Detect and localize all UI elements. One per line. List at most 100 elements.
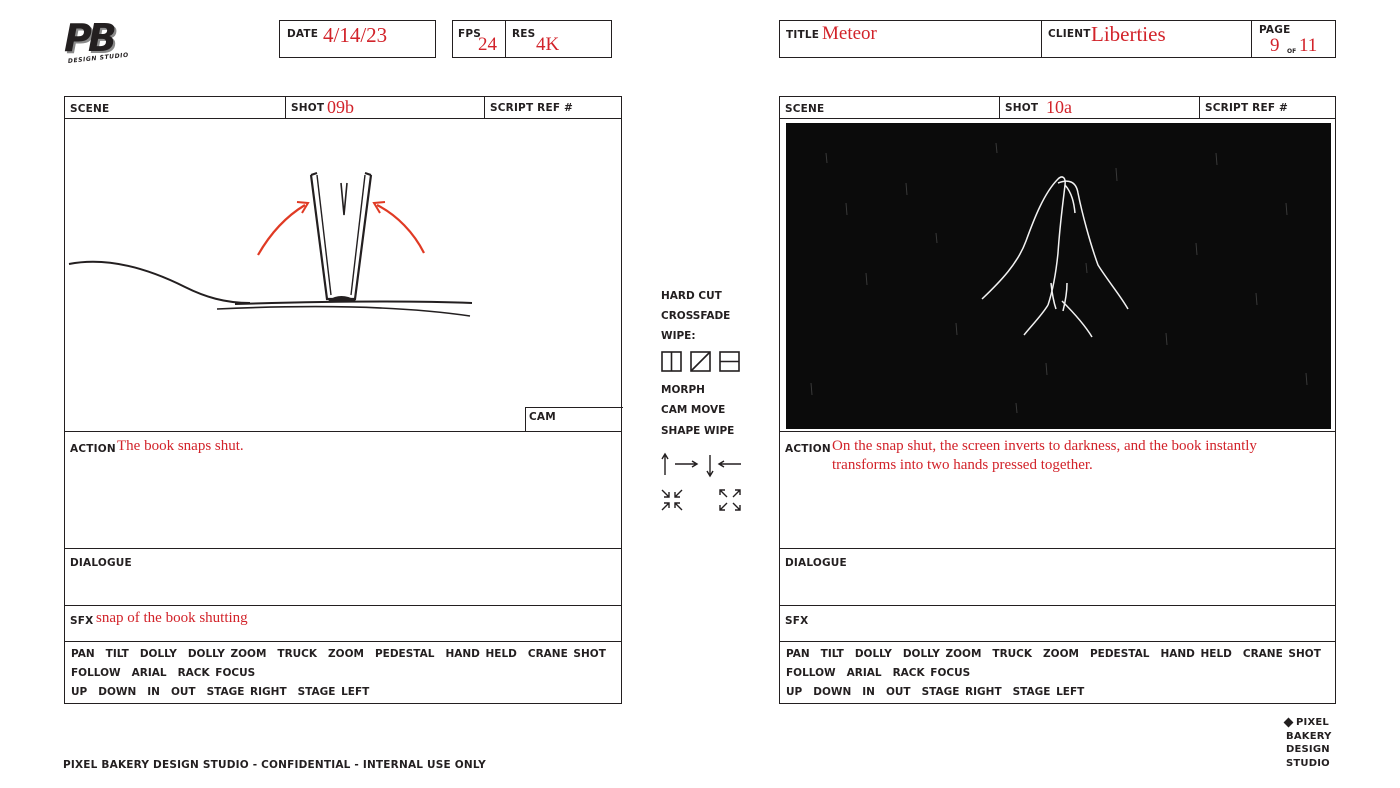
brand-line: BAKERY — [1286, 730, 1332, 742]
action-label: ACTION — [785, 443, 831, 455]
collapse-arrows-icon[interactable] — [659, 487, 685, 513]
sfx-label: SFX — [785, 615, 809, 627]
praying-hands-sketch — [810, 142, 1308, 414]
camera-moves-row-3: UP DOWN IN OUT STAGE RIGHT STAGE LEFT — [71, 686, 380, 698]
sfx-value: snap of the book shutting — [96, 610, 248, 626]
cam-move-option[interactable]: OUT — [171, 686, 196, 698]
transition-shape-wipe[interactable]: SHAPE WIPE — [661, 425, 734, 437]
cam-move-option[interactable]: STAGE LEFT — [1013, 686, 1085, 698]
cam-move-option[interactable]: PAN — [71, 648, 95, 660]
dark-frame-image — [786, 123, 1331, 429]
brand-line: STUDIO — [1286, 757, 1330, 769]
cam-move-option[interactable]: TRUCK — [277, 648, 317, 660]
cam-move-option[interactable]: ZOOM — [328, 648, 364, 660]
client-cell: CLIENT Liberties — [1042, 21, 1252, 57]
scene-label: SCENE — [785, 103, 825, 115]
cam-move-option[interactable]: IN — [862, 686, 875, 698]
cam-move-option[interactable]: OUT — [886, 686, 911, 698]
cam-move-option[interactable]: IN — [147, 686, 160, 698]
expand-arrows-icon[interactable] — [717, 487, 743, 513]
sketch-frame: CAM — [65, 119, 623, 431]
action-line-2: transforms into two hands pressed togeth… — [832, 457, 1093, 473]
date-value: 4/14/23 — [323, 23, 388, 47]
cam-move-option[interactable]: ARIAL — [847, 667, 882, 679]
title-client-box: TITLE Meteor CLIENT Liberties PAGE 9 OF … — [779, 20, 1336, 58]
cam-move-option[interactable]: RACK FOCUS — [178, 667, 256, 679]
cam-move-option[interactable]: CRANE SHOT — [528, 648, 606, 660]
cam-move-option[interactable]: DOLLY — [855, 648, 892, 660]
fps-cell: FPS 24 — [453, 21, 506, 57]
cam-move-option[interactable]: HAND HELD — [445, 648, 516, 660]
cam-move-option[interactable]: DOWN — [98, 686, 136, 698]
fps-res-box: FPS 24 RES 4K — [452, 20, 612, 58]
brand-line: DESIGN — [1286, 744, 1330, 755]
down-left-arrows-icon[interactable] — [705, 452, 745, 478]
sketch-frame — [780, 119, 1335, 431]
divider — [65, 605, 621, 606]
title-cell: TITLE Meteor — [780, 21, 1042, 57]
transition-morph[interactable]: MORPH — [661, 384, 705, 396]
confidential-notice: PIXEL BAKERY DESIGN STUDIO - CONFIDENTIA… — [63, 759, 486, 771]
cam-move-option[interactable]: FOLLOW — [71, 667, 121, 679]
footer-brand: PIXEL BAKERY DESIGN STUDIO — [1283, 716, 1346, 770]
wipe-vertical-icon[interactable] — [661, 351, 683, 373]
studio-logo: PB DESIGN STUDIO — [62, 18, 142, 74]
camera-moves-row-2: FOLLOW ARIAL RACK FOCUS — [786, 667, 981, 679]
divider — [780, 431, 1335, 432]
cam-move-option[interactable]: PAN — [786, 648, 810, 660]
title-label: TITLE — [786, 29, 820, 41]
cam-move-option[interactable]: TILT — [106, 648, 129, 660]
camera-moves-row-3: UP DOWN IN OUT STAGE RIGHT STAGE LEFT — [786, 686, 1095, 698]
script-ref-label: SCRIPT REF # — [490, 102, 574, 114]
divider — [780, 548, 1335, 549]
shot-cell: SHOT 09b — [286, 97, 485, 118]
transition-hard-cut[interactable]: HARD CUT — [661, 290, 722, 302]
cam-move-option[interactable]: TRUCK — [992, 648, 1032, 660]
res-value: 4K — [536, 34, 560, 55]
cam-move-option[interactable]: PEDESTAL — [1090, 648, 1149, 660]
brand-line: PIXEL — [1296, 717, 1329, 728]
cam-move-option[interactable]: TILT — [821, 648, 844, 660]
camera-moves-row-1: PAN TILT DOLLY DOLLY ZOOM TRUCK ZOOM PEDESTAL H… — [71, 648, 617, 660]
scene-label: SCENE — [70, 103, 110, 115]
cam-move-option[interactable]: DOLLY — [140, 648, 177, 660]
client-label: CLIENT — [1048, 28, 1091, 40]
cam-move-option[interactable]: STAGE RIGHT — [922, 686, 1002, 698]
cam-move-option[interactable]: UP — [786, 686, 802, 698]
client-value: Liberties — [1091, 22, 1166, 46]
action-line-1: The book snaps shut. — [117, 438, 244, 454]
cam-move-option[interactable]: CRANE SHOT — [1243, 648, 1321, 660]
date-box: DATE 4/14/23 — [279, 20, 436, 58]
cam-move-option[interactable]: HAND HELD — [1160, 648, 1231, 660]
up-right-arrows-icon[interactable] — [661, 452, 701, 478]
shot-label: SHOT — [291, 102, 325, 114]
cam-move-option[interactable]: STAGE RIGHT — [207, 686, 287, 698]
dialogue-label: DIALOGUE — [70, 557, 132, 569]
cam-move-option[interactable]: DOLLY ZOOM — [188, 648, 267, 660]
logo-mark: PB — [64, 16, 117, 60]
shot-label: SHOT — [1005, 102, 1039, 114]
cam-move-option[interactable]: STAGE LEFT — [298, 686, 370, 698]
wipe-diagonal-icon[interactable] — [690, 351, 712, 373]
page-total: 11 — [1299, 35, 1318, 56]
title-value: Meteor — [822, 23, 877, 44]
cam-move-option[interactable]: RACK FOCUS — [893, 667, 971, 679]
page-of: OF — [1287, 48, 1297, 55]
cam-move-option[interactable]: PEDESTAL — [375, 648, 434, 660]
cam-move-option[interactable]: ZOOM — [1043, 648, 1079, 660]
cam-cell: CAM — [525, 407, 623, 431]
wipe-horizontal-icon[interactable] — [719, 351, 741, 373]
panel-header-row: SCENE SHOT 10a SCRIPT REF # — [780, 97, 1335, 119]
cam-move-option[interactable]: DOWN — [813, 686, 851, 698]
cam-move-option[interactable]: DOLLY ZOOM — [903, 648, 982, 660]
divider — [65, 641, 621, 642]
transition-cam-move[interactable]: CAM MOVE — [661, 404, 725, 416]
cam-move-option[interactable]: FOLLOW — [786, 667, 836, 679]
camera-moves-row-2: FOLLOW ARIAL RACK FOCUS — [71, 667, 266, 679]
divider — [65, 548, 621, 549]
shot-value: 10a — [1046, 97, 1072, 117]
dialogue-label: DIALOGUE — [785, 557, 847, 569]
cam-move-option[interactable]: ARIAL — [132, 667, 167, 679]
transition-crossfade[interactable]: CROSSFADE — [661, 310, 730, 322]
cam-move-option[interactable]: UP — [71, 686, 87, 698]
